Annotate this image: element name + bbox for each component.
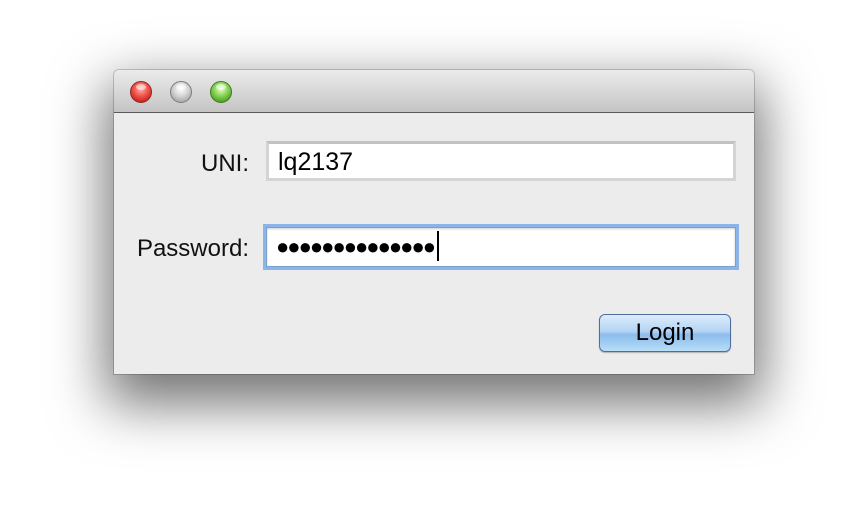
uni-value: lq2137	[278, 148, 354, 176]
zoom-icon[interactable]	[210, 81, 232, 103]
uni-field[interactable]: lq2137	[266, 141, 736, 181]
close-icon[interactable]	[130, 81, 152, 103]
password-label: Password:	[136, 235, 249, 262]
text-caret	[437, 231, 440, 262]
login-window: UNI: lq2137 Password: ●●●●●●●●●●●●●● Log…	[114, 70, 754, 374]
minimize-icon[interactable]	[170, 81, 192, 103]
login-button[interactable]: Login	[599, 314, 731, 352]
password-field[interactable]: ●●●●●●●●●●●●●●	[266, 227, 736, 267]
title-bar[interactable]	[114, 70, 754, 113]
password-mask: ●●●●●●●●●●●●●●	[276, 234, 436, 259]
uni-label: UNI:	[201, 150, 249, 177]
